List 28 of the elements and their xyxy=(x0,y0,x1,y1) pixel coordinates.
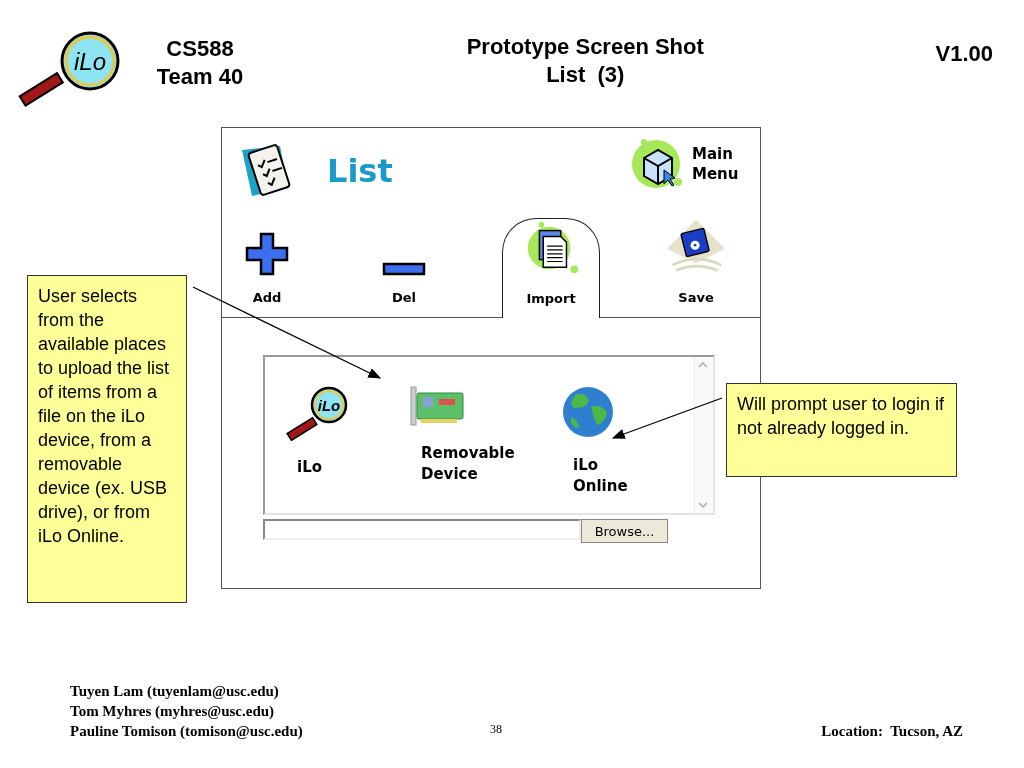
version-label: V1.00 xyxy=(935,41,993,67)
toolbar-tab[interactable]: Import xyxy=(502,218,600,318)
source-item[interactable]: iLo Online xyxy=(561,385,689,513)
location-label: Location: Tucson, AZ xyxy=(821,722,963,741)
browse-button[interactable]: Browse... xyxy=(581,519,668,543)
toolbar-tab[interactable]: Del xyxy=(359,218,449,318)
source-item[interactable]: iLo iLo xyxy=(285,385,385,513)
scrollbar[interactable] xyxy=(694,357,713,513)
plus-icon xyxy=(245,232,289,276)
slide-title: Prototype Screen Shot xyxy=(465,33,705,61)
team-label: CS588 xyxy=(165,35,235,63)
page-number: 38 xyxy=(490,722,502,737)
slide-title: List (3) xyxy=(545,61,626,89)
author-credit: Tom Myhres (myhres@usc.edu) xyxy=(70,702,276,721)
team-label: Team 40 xyxy=(155,63,245,91)
callout-note: Will prompt user to login if not already logged in. xyxy=(726,383,957,477)
minus-icon xyxy=(382,262,426,276)
screen-title: List xyxy=(327,152,393,190)
author-credit: Pauline Tomison (tomison@usc.edu) xyxy=(70,722,304,741)
toolbar-tab[interactable]: Add xyxy=(222,218,312,318)
source-item[interactable]: Removable Device xyxy=(409,385,537,513)
toolbar-tab[interactable]: Save xyxy=(651,218,741,318)
main-menu-button[interactable]: Main Menu xyxy=(692,144,746,184)
globe-icon xyxy=(561,385,615,439)
expansion-card-icon xyxy=(409,385,465,427)
author-credit: Tuyen Lam (tuyenlam@usc.edu) xyxy=(70,682,280,701)
callout-note: User selects from the available places to upload the list of items from a file on the iLo device, from a removable device (ex. USB drive), or from iLo Online. xyxy=(27,275,187,603)
file-path-field[interactable] xyxy=(263,519,581,540)
